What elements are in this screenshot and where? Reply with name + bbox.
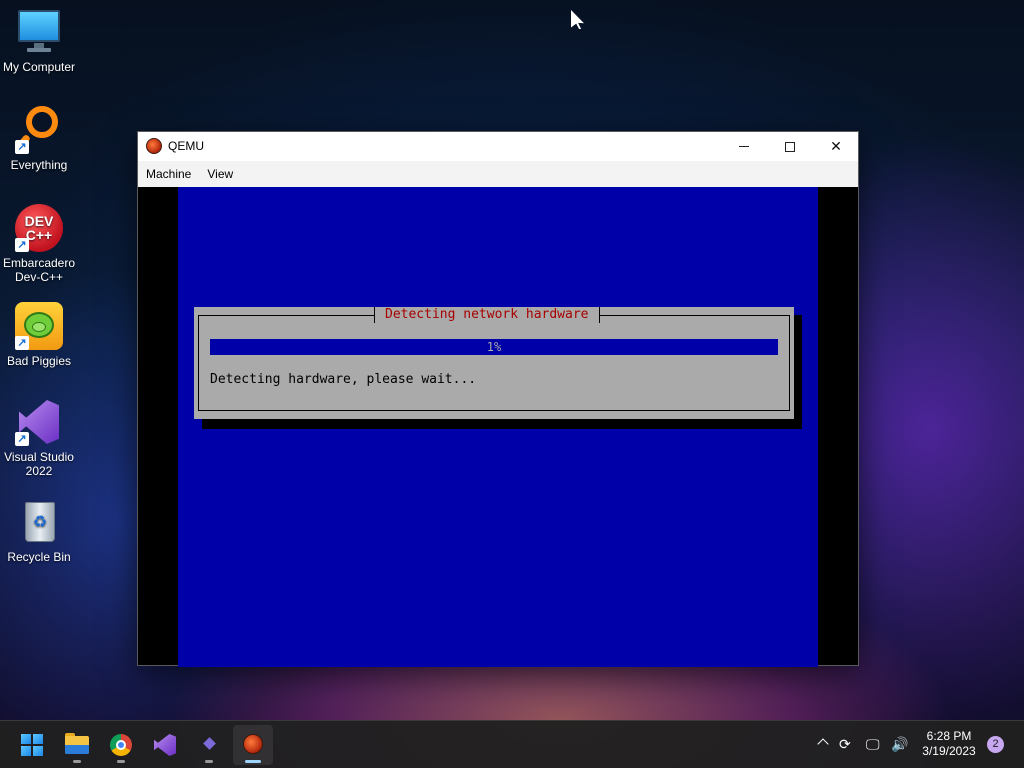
- desktop-icon-label: Embarcadero Dev-C++: [2, 256, 76, 284]
- visual-studio-icon: ↗: [15, 398, 63, 446]
- taskbar-chrome[interactable]: [101, 725, 141, 765]
- visual-studio-icon: [154, 734, 176, 756]
- maximize-button[interactable]: [767, 132, 813, 161]
- recycle-bin-icon: ♻: [15, 498, 63, 546]
- progress-label: 1%: [486, 340, 502, 354]
- minimize-button[interactable]: [721, 132, 767, 161]
- desktop-icon-label: Visual Studio 2022: [4, 450, 74, 478]
- notification-badge[interactable]: 2: [987, 736, 1004, 753]
- qemu-icon: [243, 734, 263, 754]
- clock-time: 6:28 PM: [926, 729, 972, 743]
- dialog-frame: [198, 315, 790, 411]
- magnifier-icon: ↗: [14, 106, 63, 154]
- taskbar-qemu[interactable]: [233, 725, 273, 765]
- installer-dialog: Detecting network hardware 1% Detecting …: [194, 307, 794, 419]
- vm-screen-border: [818, 187, 858, 665]
- taskbar-file-explorer[interactable]: [57, 725, 97, 765]
- desktop-icon-recycle-bin[interactable]: ♻ Recycle Bin: [0, 498, 78, 564]
- devcpp-icon: DEV C++ ↗: [15, 204, 63, 252]
- menu-machine[interactable]: Machine: [138, 161, 199, 187]
- minimize-icon: [739, 146, 749, 147]
- desktop-icon-label: Bad Piggies: [6, 354, 72, 368]
- desktop-icon-my-computer[interactable]: My Computer: [0, 8, 78, 74]
- bad-piggies-icon: ↗: [15, 302, 63, 350]
- qemu-app-icon: [146, 138, 162, 154]
- title-bar[interactable]: QEMU ✕: [138, 132, 858, 161]
- system-clock[interactable]: 6:28 PM 3/19/2023: [918, 729, 980, 759]
- network-icon[interactable]: 🖵: [866, 734, 880, 754]
- maximize-icon: [785, 141, 795, 152]
- shortcut-arrow-icon: ↗: [15, 432, 29, 446]
- clock-date: 3/19/2023: [922, 744, 976, 758]
- computer-icon: [15, 8, 63, 56]
- progress-bar: 1%: [210, 339, 778, 355]
- start-button[interactable]: [12, 725, 52, 765]
- close-button[interactable]: ✕: [813, 132, 859, 161]
- vm-screen[interactable]: Detecting network hardware 1% Detecting …: [178, 187, 818, 667]
- taskbar-dev-home[interactable]: [189, 725, 229, 765]
- sync-icon[interactable]: ⟳: [839, 734, 851, 754]
- window-title: QEMU: [168, 139, 204, 153]
- menu-bar: Machine View: [138, 161, 858, 187]
- desktop-icon-dev-cpp[interactable]: DEV C++ ↗ Embarcadero Dev-C++: [0, 204, 78, 284]
- status-message: Detecting hardware, please wait...: [210, 372, 477, 387]
- shortcut-arrow-icon: ↗: [15, 238, 29, 252]
- desktop-icon-everything[interactable]: ↗ Everything: [0, 106, 78, 172]
- close-icon: ✕: [830, 138, 842, 154]
- mouse-cursor-icon: [571, 10, 584, 29]
- desktop-icon-label: Everything: [10, 158, 68, 172]
- menu-view[interactable]: View: [199, 161, 241, 187]
- shortcut-arrow-icon: ↗: [15, 336, 29, 350]
- desktop-icon-visual-studio[interactable]: ↗ Visual Studio 2022: [0, 398, 78, 478]
- volume-icon[interactable]: 🔊: [891, 734, 908, 754]
- qemu-window: QEMU ✕ Machine View Detecting network ha…: [137, 131, 859, 667]
- dev-home-icon: [203, 737, 216, 750]
- start-icon: [21, 734, 43, 756]
- shortcut-arrow-icon: ↗: [15, 140, 29, 154]
- dialog-title: Detecting network hardware: [374, 307, 600, 323]
- desktop-icon-label: My Computer: [2, 60, 76, 74]
- taskbar-visual-studio[interactable]: [145, 725, 185, 765]
- desktop-icon-label: Recycle Bin: [7, 550, 71, 564]
- desktop-icon-bad-piggies[interactable]: ↗ Bad Piggies: [0, 302, 78, 368]
